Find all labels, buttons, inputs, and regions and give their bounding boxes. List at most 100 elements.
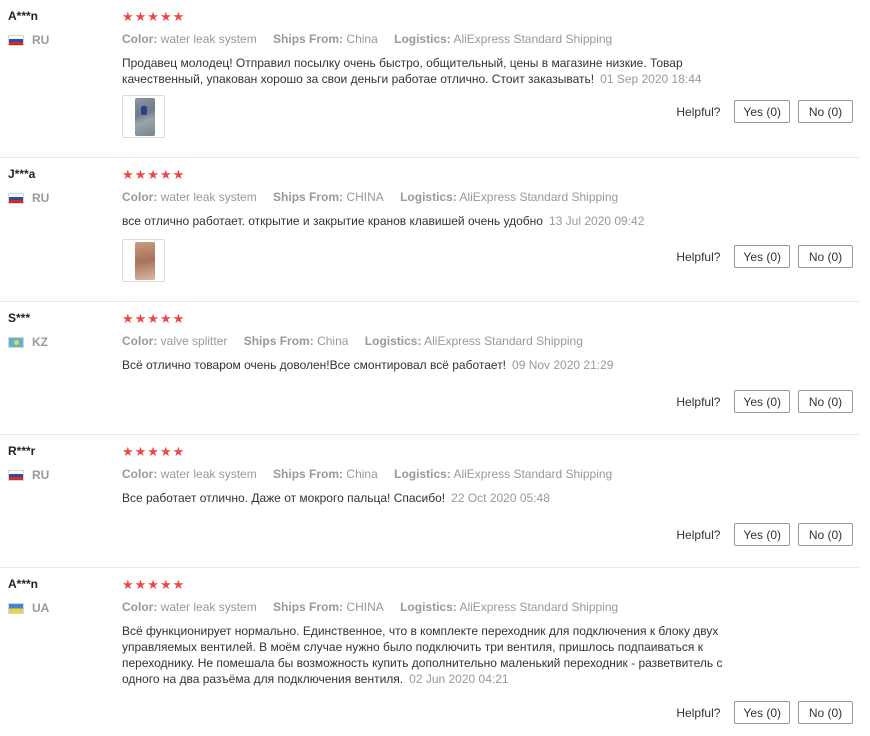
helpful-yes-button[interactable]: Yes (0) xyxy=(734,245,790,268)
reviewer-info: R***r RU xyxy=(8,444,49,482)
color-value: water leak system xyxy=(160,190,257,204)
reviewer-country: RU xyxy=(8,191,49,205)
ships-from-label: Ships From: xyxy=(273,467,344,481)
review-text: Всё функционирует нормально. Единственно… xyxy=(122,623,747,687)
russia-flag-icon xyxy=(8,192,24,204)
helpful-no-button[interactable]: No (0) xyxy=(798,523,853,546)
review-item: A***n RU ★★★★★ Color: water leak system … xyxy=(0,0,859,158)
reviewer-name: A***n xyxy=(8,577,39,591)
review-date: 09 Nov 2020 21:29 xyxy=(512,358,614,372)
review-text: все отлично работает. открытие и закрыти… xyxy=(122,213,747,229)
review-item: S*** KZ ★★★★★ Color: valve splitter Ship… xyxy=(0,302,859,435)
helpful-label: Helpful? xyxy=(676,104,721,119)
logistics-value: AliExpress Standard Shipping xyxy=(459,600,619,614)
ships-from-label: Ships From: xyxy=(273,32,344,46)
logistics-value: AliExpress Standard Shipping xyxy=(453,467,613,481)
color-label: Color: xyxy=(122,334,158,348)
helpful-vote: Helpful? Yes (0) No (0) xyxy=(676,390,853,413)
review-photo-thumbnail[interactable] xyxy=(122,95,165,138)
star-rating: ★★★★★ xyxy=(122,167,186,182)
helpful-yes-button[interactable]: Yes (0) xyxy=(734,523,790,546)
helpful-label: Helpful? xyxy=(676,527,721,542)
review-body: Все работает отлично. Даже от мокрого па… xyxy=(122,491,446,505)
review-body: Продавец молодец! Отправил посылку очень… xyxy=(122,56,683,86)
color-value: valve splitter xyxy=(160,334,228,348)
helpful-vote: Helpful? Yes (0) No (0) xyxy=(676,701,853,724)
review-text: Все работает отлично. Даже от мокрого па… xyxy=(122,490,747,506)
logistics-label: Logistics: xyxy=(364,334,422,348)
logistics-label: Logistics: xyxy=(400,600,457,614)
photo-image xyxy=(135,242,155,280)
review-date: 13 Jul 2020 09:42 xyxy=(548,214,645,228)
review-date: 02 Jun 2020 04:21 xyxy=(409,672,509,686)
review-date: 01 Sep 2020 18:44 xyxy=(600,72,702,86)
order-attributes: Color: water leak system Ships From: Chi… xyxy=(122,467,859,482)
order-attributes: Color: water leak system Ships From: Chi… xyxy=(122,32,859,47)
review-item: A***n UA ★★★★★ Color: water leak system … xyxy=(0,568,859,736)
country-code: RU xyxy=(32,468,50,482)
ships-from-label: Ships From: xyxy=(273,190,344,204)
order-attributes: Color: valve splitter Ships From: China … xyxy=(122,334,859,349)
logistics-value: AliExpress Standard Shipping xyxy=(453,32,613,46)
logistics-value: AliExpress Standard Shipping xyxy=(459,190,619,204)
country-code: KZ xyxy=(32,335,48,349)
helpful-label: Helpful? xyxy=(676,249,721,264)
helpful-vote: Helpful? Yes (0) No (0) xyxy=(676,245,853,268)
color-value: water leak system xyxy=(160,467,257,481)
star-rating: ★★★★★ xyxy=(122,9,186,24)
logistics-label: Logistics: xyxy=(394,32,451,46)
ukraine-flag-icon xyxy=(8,602,24,614)
kazakhstan-flag-icon xyxy=(8,336,24,348)
helpful-yes-button[interactable]: Yes (0) xyxy=(734,701,790,724)
helpful-yes-button[interactable]: Yes (0) xyxy=(734,390,790,413)
review-date: 22 Oct 2020 05:48 xyxy=(451,491,550,505)
helpful-label: Helpful? xyxy=(676,394,721,409)
reviewer-name: J***a xyxy=(8,167,36,181)
country-code: RU xyxy=(32,33,50,47)
review-photo-thumbnail[interactable] xyxy=(122,239,165,282)
helpful-no-button[interactable]: No (0) xyxy=(798,390,853,413)
review-content: ★★★★★ Color: water leak system Ships Fro… xyxy=(122,578,859,687)
reviewer-country: UA xyxy=(8,601,49,615)
color-label: Color: xyxy=(122,32,158,46)
order-attributes: Color: water leak system Ships From: CHI… xyxy=(122,190,859,205)
review-text: Продавец молодец! Отправил посылку очень… xyxy=(122,55,747,87)
logistics-label: Logistics: xyxy=(394,467,451,481)
reviewer-info: S*** KZ xyxy=(8,311,48,349)
review-content: ★★★★★ Color: water leak system Ships Fro… xyxy=(122,445,859,506)
reviewer-info: A***n UA xyxy=(8,577,49,615)
ships-from-value: China xyxy=(317,334,349,348)
russia-flag-icon xyxy=(8,469,24,481)
review-item: R***r RU ★★★★★ Color: water leak system … xyxy=(0,435,859,568)
reviewer-name: A***n xyxy=(8,9,39,23)
helpful-no-button[interactable]: No (0) xyxy=(798,701,853,724)
helpful-yes-button[interactable]: Yes (0) xyxy=(734,100,790,123)
helpful-label: Helpful? xyxy=(676,705,721,720)
reviewer-info: J***a RU xyxy=(8,167,49,205)
reviewer-info: A***n RU xyxy=(8,9,49,47)
country-code: UA xyxy=(32,601,50,615)
photo-image xyxy=(135,98,155,136)
star-rating: ★★★★★ xyxy=(122,311,186,326)
ships-from-label: Ships From: xyxy=(243,334,314,348)
review-text: Всё отлично товаром очень доволен!Все см… xyxy=(122,357,747,373)
review-content: ★★★★★ Color: water leak system Ships Fro… xyxy=(122,168,859,229)
country-code: RU xyxy=(32,191,50,205)
review-body: все отлично работает. открытие и закрыти… xyxy=(122,214,543,228)
reviewer-country: RU xyxy=(8,33,49,47)
color-label: Color: xyxy=(122,190,158,204)
color-label: Color: xyxy=(122,467,158,481)
helpful-vote: Helpful? Yes (0) No (0) xyxy=(676,100,853,123)
order-attributes: Color: water leak system Ships From: CHI… xyxy=(122,600,859,615)
reviewer-country: KZ xyxy=(8,335,48,349)
helpful-no-button[interactable]: No (0) xyxy=(798,100,853,123)
logistics-label: Logistics: xyxy=(400,190,457,204)
ships-from-value: CHINA xyxy=(346,190,384,204)
star-rating: ★★★★★ xyxy=(122,577,186,592)
helpful-no-button[interactable]: No (0) xyxy=(798,245,853,268)
reviewer-name: S*** xyxy=(8,311,31,325)
ships-from-value: CHINA xyxy=(346,600,384,614)
helpful-vote: Helpful? Yes (0) No (0) xyxy=(676,523,853,546)
color-value: water leak system xyxy=(160,600,257,614)
review-item: J***a RU ★★★★★ Color: water leak system … xyxy=(0,158,859,302)
